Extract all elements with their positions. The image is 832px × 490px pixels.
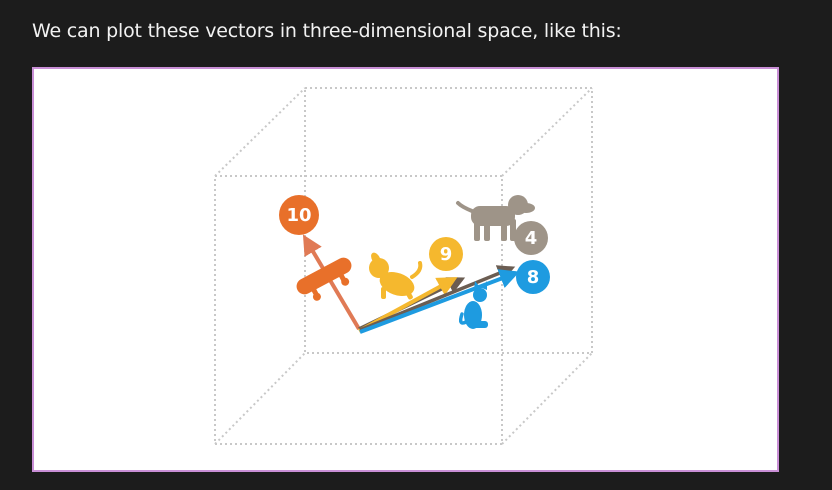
cube-edge-bottom-right — [501, 352, 593, 445]
vector-plot-svg: 10 9 4 8 — [214, 87, 593, 445]
cube-edge-top-right — [501, 87, 593, 177]
badge-10: 10 — [279, 195, 319, 235]
cube-front-face — [214, 175, 503, 445]
badge-9: 9 — [429, 237, 463, 271]
puppy-icon — [369, 252, 423, 300]
cube-edge-top-left — [214, 87, 306, 177]
cube-edge-bottom-left — [214, 352, 306, 445]
skateboard-icon — [296, 257, 352, 301]
intro-text: We can plot these vectors in three-dimen… — [32, 20, 622, 42]
badge-8: 8 — [516, 260, 550, 294]
badge-4: 4 — [514, 221, 548, 255]
badge-8-label: 8 — [527, 267, 540, 288]
badge-10-label: 10 — [286, 205, 311, 226]
badge-4-label: 4 — [525, 228, 538, 249]
vector-plot-figure: 10 9 4 8 — [32, 67, 779, 472]
badge-9-label: 9 — [440, 244, 453, 265]
